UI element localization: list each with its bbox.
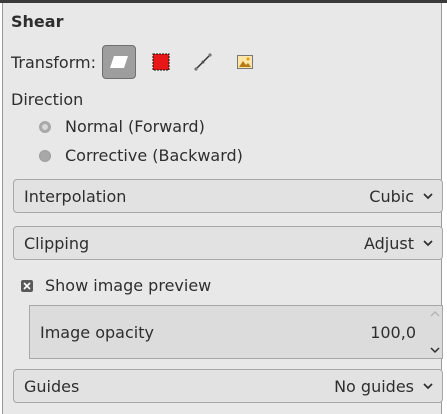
guides-combo[interactable]: Guides No guides	[13, 369, 443, 403]
chevron-down-icon	[423, 193, 433, 200]
transform-label: Transform:	[11, 52, 96, 72]
clipping-combo[interactable]: Clipping Adjust	[13, 226, 443, 260]
direction-normal-label: Normal (Forward)	[65, 117, 205, 136]
guides-label: Guides	[24, 376, 80, 396]
clipping-value: Adjust	[363, 233, 414, 253]
show-preview-checkbox[interactable]: Show image preview	[21, 276, 211, 295]
show-preview-label: Show image preview	[45, 276, 212, 295]
shear-layer-icon	[109, 56, 128, 68]
image-opacity-value: 100,0	[370, 322, 416, 342]
transform-row: Transform:	[11, 44, 262, 80]
radio-unselected-icon	[39, 149, 51, 162]
transform-image-button[interactable]	[228, 45, 262, 79]
clipping-label: Clipping	[24, 233, 90, 253]
chevron-down-icon	[423, 240, 433, 247]
transform-path-button[interactable]	[186, 45, 220, 79]
spinner-arrows[interactable]	[428, 306, 442, 358]
image-icon	[236, 55, 253, 69]
image-opacity-label: Image opacity	[40, 322, 154, 342]
transform-layer-button[interactable]	[101, 45, 136, 79]
tool-title: Shear	[11, 12, 64, 31]
direction-corrective-radio[interactable]: Corrective (Backward)	[39, 146, 243, 165]
direction-label: Direction	[11, 90, 84, 109]
interpolation-value: Cubic	[369, 186, 414, 206]
interpolation-combo[interactable]: Interpolation Cubic	[13, 179, 443, 213]
selection-icon	[152, 53, 170, 71]
arrow-down-icon	[430, 347, 440, 354]
image-opacity-spinner[interactable]: Image opacity 100,0	[29, 305, 443, 359]
direction-corrective-label: Corrective (Backward)	[65, 146, 243, 165]
arrow-up-icon	[430, 311, 440, 317]
guides-value: No guides	[334, 376, 414, 396]
path-icon	[194, 53, 212, 71]
interpolation-label: Interpolation	[24, 186, 127, 206]
tool-options-panel: Shear Transform: Direction Normal (Forwa…	[2, 0, 443, 414]
direction-normal-radio[interactable]: Normal (Forward)	[39, 117, 205, 136]
transform-selection-button[interactable]	[144, 45, 178, 79]
window-top-border	[0, 0, 447, 3]
radio-selected-icon	[39, 120, 51, 133]
checkbox-checked-icon	[21, 279, 33, 292]
chevron-down-icon	[423, 383, 433, 390]
